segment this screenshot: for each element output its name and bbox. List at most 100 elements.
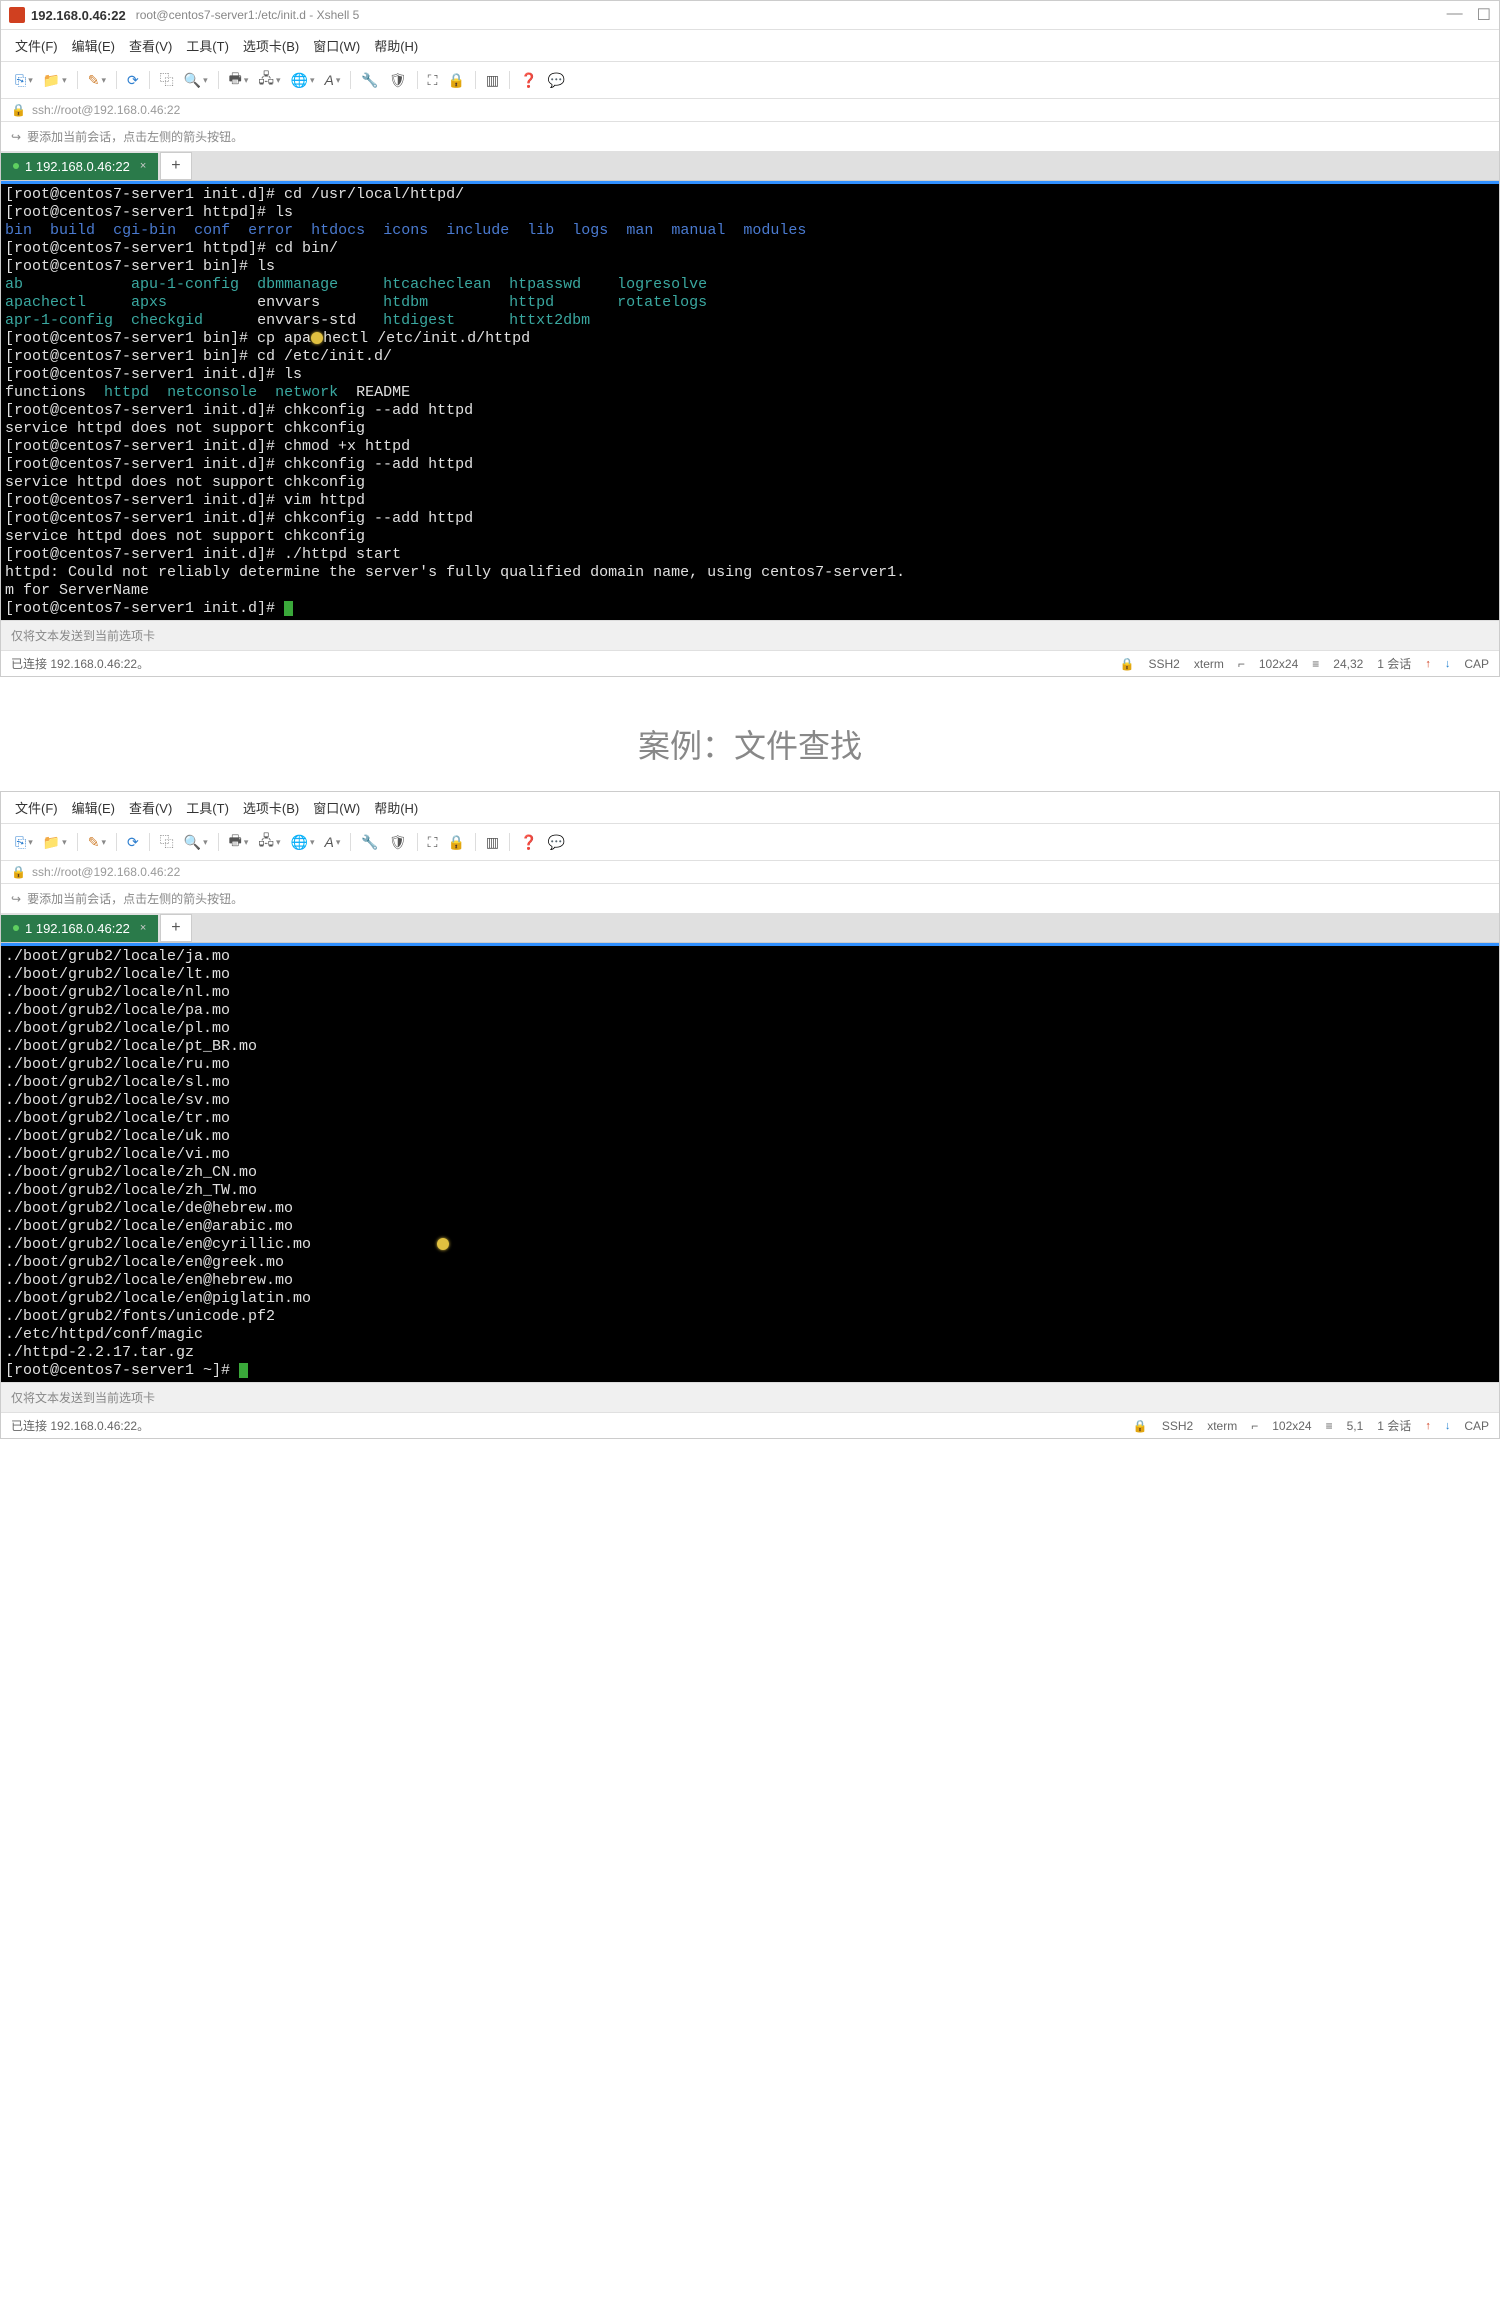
shield-icon[interactable]: 🛡	[385, 70, 411, 91]
font-icon[interactable]: A▾	[321, 70, 345, 90]
upload-arrow-icon: ↑	[1425, 1420, 1431, 1432]
connected-dot-icon	[13, 163, 19, 169]
status-cap: CAP	[1464, 1419, 1489, 1433]
tab-add-button[interactable]: +	[160, 914, 191, 942]
search-icon[interactable]: 🔍▾	[180, 832, 212, 853]
open-folder-icon[interactable]: 📁▾	[39, 832, 71, 853]
transfer-icon[interactable]: 🖧▾	[254, 66, 284, 94]
tab-close-icon[interactable]: ×	[140, 160, 146, 172]
status-pos: 5,1	[1347, 1419, 1364, 1433]
menu-edit[interactable]: 编辑(E)	[72, 798, 115, 817]
fullscreen-icon[interactable]: ⛶	[424, 70, 442, 91]
bookmark-arrow-icon[interactable]: ↪	[11, 892, 21, 906]
menu-help[interactable]: 帮助(H)	[374, 36, 418, 55]
help-icon[interactable]: ❓	[516, 832, 541, 853]
status-pos-icon: ≡	[1326, 1419, 1333, 1433]
menu-tabs[interactable]: 选项卡(B)	[243, 36, 299, 55]
refresh-icon[interactable]: ⟳	[123, 70, 143, 91]
menu-help[interactable]: 帮助(H)	[374, 798, 418, 817]
menu-window[interactable]: 窗口(W)	[313, 798, 360, 817]
open-folder-icon[interactable]: 📁▾	[39, 70, 71, 91]
info-text: 要添加当前会话，点击左侧的箭头按钮。	[27, 128, 243, 145]
status-size: 102x24	[1259, 657, 1298, 671]
print-icon[interactable]: 🖶▾	[225, 66, 253, 94]
toolbar: ⎘▾ 📁▾ ✎▾ ⟳ ⿻ 🔍▾ 🖶▾ 🖧▾ 🌐▾ A▾ 🔧 🛡 ⛶ 🔒 ▥ ❓ …	[1, 824, 1499, 861]
info-bar: ↪ 要添加当前会话，点击左侧的箭头按钮。	[1, 122, 1499, 152]
font-icon[interactable]: A▾	[321, 832, 345, 852]
new-session-icon[interactable]: ⎘▾	[11, 832, 37, 853]
pencil-icon[interactable]: ✎▾	[84, 70, 110, 91]
app-icon	[9, 7, 25, 23]
status-lock-icon: 🔒	[1120, 657, 1135, 671]
menu-bar: 文件(F) 编辑(E) 查看(V) 工具(T) 选项卡(B) 窗口(W) 帮助(…	[1, 30, 1499, 62]
info-text: 要添加当前会话，点击左侧的箭头按钮。	[27, 890, 243, 907]
new-session-icon[interactable]: ⎘▾	[11, 70, 37, 91]
status-resize-icon: ⌐	[1238, 657, 1245, 671]
bookmark-arrow-icon[interactable]: ↪	[11, 130, 21, 144]
input-hint: 仅将文本发送到当前选项卡	[1, 1382, 1499, 1412]
menu-file[interactable]: 文件(F)	[15, 36, 58, 55]
status-term: xterm	[1207, 1419, 1237, 1433]
menu-tools[interactable]: 工具(T)	[186, 798, 229, 817]
search-icon[interactable]: 🔍▾	[180, 70, 212, 91]
menu-view[interactable]: 查看(V)	[129, 36, 172, 55]
input-hint: 仅将文本发送到当前选项卡	[1, 620, 1499, 650]
pencil-icon[interactable]: ✎▾	[84, 832, 110, 853]
transfer-icon[interactable]: 🖧▾	[254, 828, 284, 856]
address-bar[interactable]: 🔒 ssh://root@192.168.0.46:22	[1, 99, 1499, 122]
address-text: ssh://root@192.168.0.46:22	[32, 103, 180, 117]
menu-tabs[interactable]: 选项卡(B)	[243, 798, 299, 817]
session-tab[interactable]: 1 192.168.0.46:22 ×	[1, 915, 158, 942]
lock-icon[interactable]: 🔒	[443, 832, 468, 853]
print-icon[interactable]: 🖶▾	[225, 828, 253, 856]
globe-icon[interactable]: 🌐▾	[287, 832, 319, 853]
address-lock-icon: 🔒	[11, 865, 26, 879]
windows-icon[interactable]: ▥	[482, 70, 503, 91]
wrench-icon[interactable]: 🔧	[357, 70, 382, 91]
menu-edit[interactable]: 编辑(E)	[72, 36, 115, 55]
status-sess: 1 会话	[1377, 655, 1411, 672]
wrench-icon[interactable]: 🔧	[357, 832, 382, 853]
status-ssh: SSH2	[1149, 657, 1180, 671]
copy-icon[interactable]: ⿻	[156, 68, 178, 92]
address-bar[interactable]: 🔒 ssh://root@192.168.0.46:22	[1, 861, 1499, 884]
title-path: root@centos7-server1:/etc/init.d - Xshel…	[136, 8, 360, 22]
terminal-output[interactable]: [root@centos7-server1 init.d]# cd /usr/l…	[1, 181, 1499, 620]
address-lock-icon: 🔒	[11, 103, 26, 117]
status-term: xterm	[1194, 657, 1224, 671]
maximize-icon[interactable]: ☐	[1477, 5, 1491, 25]
connection-status: 已连接 192.168.0.46:22。	[11, 1417, 149, 1434]
menu-tools[interactable]: 工具(T)	[186, 36, 229, 55]
title-ip: 192.168.0.46:22	[31, 8, 126, 23]
refresh-icon[interactable]: ⟳	[123, 832, 143, 853]
upload-arrow-icon: ↑	[1425, 658, 1431, 670]
title-bar: 192.168.0.46:22 root@centos7-server1:/et…	[1, 1, 1499, 30]
shield-icon[interactable]: 🛡	[385, 832, 411, 853]
menu-file[interactable]: 文件(F)	[15, 798, 58, 817]
help-icon[interactable]: ❓	[516, 70, 541, 91]
address-text: ssh://root@192.168.0.46:22	[32, 865, 180, 879]
tab-close-icon[interactable]: ×	[140, 922, 146, 934]
session-tab[interactable]: 1 192.168.0.46:22 ×	[1, 153, 158, 180]
menu-bar: 文件(F) 编辑(E) 查看(V) 工具(T) 选项卡(B) 窗口(W) 帮助(…	[1, 792, 1499, 824]
minimize-icon[interactable]: —	[1447, 5, 1463, 25]
xshell-window-2: 文件(F) 编辑(E) 查看(V) 工具(T) 选项卡(B) 窗口(W) 帮助(…	[0, 791, 1500, 1439]
globe-icon[interactable]: 🌐▾	[287, 70, 319, 91]
terminal-output[interactable]: ./boot/grub2/locale/ja.mo ./boot/grub2/l…	[1, 943, 1499, 1382]
chat-icon[interactable]: 💬	[544, 70, 569, 91]
chat-icon[interactable]: 💬	[544, 832, 569, 853]
info-bar: ↪ 要添加当前会话，点击左侧的箭头按钮。	[1, 884, 1499, 914]
status-bar: 已连接 192.168.0.46:22。 🔒 SSH2 xterm ⌐ 102x…	[1, 650, 1499, 676]
connected-dot-icon	[13, 925, 19, 931]
windows-icon[interactable]: ▥	[482, 832, 503, 853]
lock-icon[interactable]: 🔒	[443, 70, 468, 91]
menu-window[interactable]: 窗口(W)	[313, 36, 360, 55]
status-cap: CAP	[1464, 657, 1489, 671]
download-arrow-icon: ↓	[1445, 658, 1451, 670]
copy-icon[interactable]: ⿻	[156, 830, 178, 854]
tab-label: 1 192.168.0.46:22	[25, 159, 130, 174]
tab-add-button[interactable]: +	[160, 152, 191, 180]
menu-view[interactable]: 查看(V)	[129, 798, 172, 817]
status-bar: 已连接 192.168.0.46:22。 🔒 SSH2 xterm ⌐ 102x…	[1, 1412, 1499, 1438]
fullscreen-icon[interactable]: ⛶	[424, 832, 442, 853]
